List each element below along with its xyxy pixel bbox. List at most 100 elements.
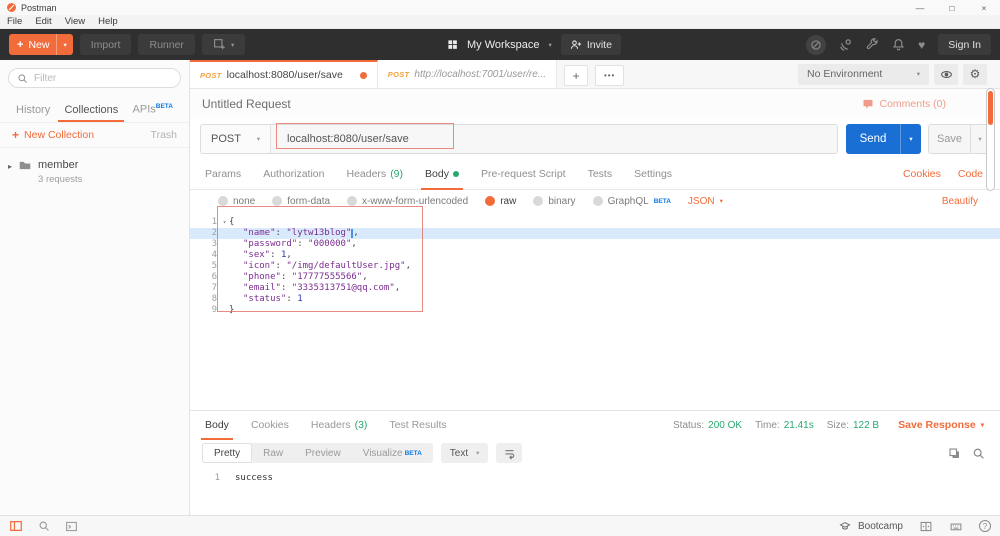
invite-button[interactable]: Invite [560, 34, 621, 55]
bodytype-form-data[interactable]: form-data [272, 196, 330, 207]
bodytype-binary[interactable]: binary [533, 196, 576, 207]
runner-button[interactable]: Runner [138, 34, 195, 55]
code-link[interactable]: Code [958, 168, 983, 180]
chevron-down-icon[interactable]: ▾ [56, 34, 72, 55]
comments-button[interactable]: Comments (0) [862, 98, 988, 110]
menu-file[interactable]: File [7, 16, 22, 27]
bell-icon[interactable] [892, 38, 905, 51]
minimize-icon[interactable]: — [904, 0, 936, 15]
open-new-button[interactable]: ▾ [201, 34, 246, 55]
sidebar-actions: + New Collection Trash [0, 123, 189, 148]
maximize-icon[interactable]: □ [936, 0, 968, 15]
status-value: 200 OK [708, 419, 743, 431]
tab-settings[interactable]: Settings [623, 158, 683, 189]
environment-selector[interactable]: No Environment ▾ [798, 63, 929, 85]
tab-authorization[interactable]: Authorization [252, 158, 335, 189]
response-format-selector[interactable]: Text ▾ [440, 443, 489, 463]
satellite-icon[interactable] [839, 38, 853, 52]
toolbar-right-icons: ♥ Sign In [806, 34, 991, 55]
copy-icon[interactable] [948, 447, 961, 460]
body-editor[interactable]: 1 ▾ { 2 "name": "lytw13blog", 3 "passwor… [190, 212, 1000, 410]
help-icon[interactable]: ? [979, 520, 991, 532]
bodytype-graphql[interactable]: GraphQL BETA [592, 196, 671, 207]
filter-input[interactable] [34, 72, 154, 84]
new-button[interactable]: + New ▾ [9, 34, 73, 55]
bootcamp-button[interactable]: Bootcamp [838, 520, 903, 532]
search-icon[interactable] [972, 447, 985, 460]
send-button[interactable]: Send [846, 123, 900, 154]
filter-search[interactable] [8, 68, 181, 88]
tab-apis[interactable]: APIsBETA [127, 103, 179, 122]
response-tab-test-results[interactable]: Test Results [378, 411, 457, 439]
response-body[interactable]: 1 success [190, 467, 1000, 483]
request-tab-active[interactable]: POST localhost:8080/user/save [190, 60, 378, 88]
view-visualize[interactable]: Visualize BETA [352, 443, 433, 463]
chevron-down-icon: ▾ [476, 450, 480, 457]
view-raw[interactable]: Raw [252, 443, 294, 463]
radio-icon[interactable] [218, 196, 228, 206]
console-icon[interactable] [65, 520, 78, 533]
tab-params[interactable]: Params [194, 158, 252, 189]
view-preview[interactable]: Preview [294, 443, 352, 463]
close-icon[interactable]: × [968, 0, 1000, 15]
wrench-icon[interactable] [866, 38, 879, 51]
fold-caret-icon[interactable]: ▾ [220, 217, 229, 228]
view-pretty[interactable]: Pretty [202, 443, 253, 463]
request-title[interactable]: Untitled Request [202, 97, 291, 111]
status-label: Status: [673, 419, 705, 431]
bodytype-none[interactable]: none [218, 196, 255, 207]
sign-in-button[interactable]: Sign In [938, 34, 991, 55]
trash-button[interactable]: Trash [151, 129, 177, 141]
beautify-link[interactable]: Beautify [942, 196, 1000, 207]
chevron-down-icon: ▾ [230, 41, 235, 49]
toggle-sidebar-icon[interactable] [9, 519, 23, 533]
cookies-link[interactable]: Cookies [903, 168, 941, 180]
sync-off-icon[interactable] [806, 34, 827, 55]
response-tab-headers[interactable]: Headers (3) [300, 411, 379, 439]
tab-tests[interactable]: Tests [577, 158, 624, 189]
settings-button[interactable]: ⚙ [963, 63, 987, 85]
shortcuts-keyboard-icon[interactable] [949, 520, 963, 533]
method-selector[interactable]: POST ▾ [201, 124, 271, 153]
workspace-switcher[interactable]: My Workspace ▾ Invite [447, 29, 621, 60]
tab-collections[interactable]: Collections [58, 104, 125, 122]
request-tab-2[interactable]: POST http://localhost:7001/user/re... [377, 60, 558, 88]
scrollbar-thumb[interactable] [988, 91, 993, 125]
two-pane-view-icon[interactable] [919, 520, 933, 533]
save-button[interactable]: Save [928, 123, 970, 154]
tab-headers[interactable]: Headers (9) [335, 158, 414, 189]
menu-help[interactable]: Help [98, 16, 118, 27]
radio-icon[interactable] [347, 196, 358, 206]
tab-prerequest-script[interactable]: Pre-request Script [470, 158, 577, 189]
chevron-right-icon[interactable]: ▸ [8, 162, 12, 171]
radio-icon[interactable] [272, 196, 283, 206]
tab-history[interactable]: History [10, 104, 56, 122]
import-button[interactable]: Import [79, 34, 132, 55]
collection-item-member[interactable]: ▸ member 3 requests [0, 148, 189, 196]
editor-line: 4 "sex": 1, [211, 250, 292, 260]
environment-quicklook-button[interactable] [934, 63, 958, 85]
url-input[interactable]: localhost:8080/user/save [271, 124, 837, 153]
editor-line: 6 "phone": "17777555566", [211, 272, 368, 282]
response-tab-cookies[interactable]: Cookies [240, 411, 300, 439]
format-selector[interactable]: JSON ▾ [688, 196, 723, 207]
radio-icon[interactable] [592, 196, 603, 206]
tab-body[interactable]: Body [414, 158, 470, 190]
new-collection-button[interactable]: + New Collection [12, 128, 94, 142]
radio-selected-icon[interactable] [485, 196, 496, 206]
menu-view[interactable]: View [65, 16, 85, 27]
new-tab-button[interactable]: + [564, 65, 589, 86]
heart-icon[interactable]: ♥ [918, 39, 925, 51]
bodytype-raw[interactable]: raw [485, 196, 516, 207]
response-tab-body[interactable]: Body [194, 411, 240, 440]
main-panel: POST localhost:8080/user/save POST http:… [190, 60, 1000, 515]
menu-edit[interactable]: Edit [35, 16, 51, 27]
wrap-lines-button[interactable] [496, 443, 523, 463]
bodytype-urlencoded[interactable]: x-www-form-urlencoded [347, 196, 468, 207]
sidebar-tabs: History Collections APIsBETA [0, 96, 189, 123]
save-response-button[interactable]: Save Response ▾ [898, 419, 984, 431]
send-options-button[interactable]: ▾ [900, 123, 921, 154]
radio-icon[interactable] [533, 196, 544, 206]
find-icon[interactable] [38, 520, 50, 532]
tab-options-button[interactable]: ••• [595, 65, 625, 86]
